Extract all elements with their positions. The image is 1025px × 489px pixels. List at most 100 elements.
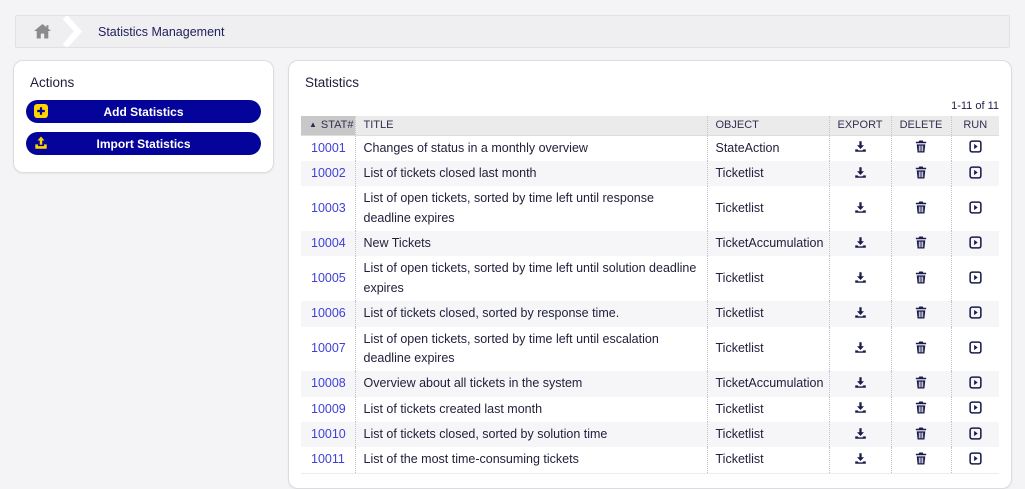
stat-run-cell: [951, 327, 999, 372]
delete-button[interactable]: [915, 401, 927, 417]
stat-number-cell: 10010: [301, 422, 355, 447]
stat-delete-cell: [891, 397, 951, 422]
download-icon: [854, 166, 867, 182]
stat-title-cell: List of tickets created last month: [355, 397, 707, 422]
play-icon: [969, 236, 982, 252]
play-icon-button[interactable]: [969, 376, 982, 392]
play-icon-button[interactable]: [969, 140, 982, 156]
export-button[interactable]: [854, 452, 867, 468]
delete-button[interactable]: [915, 201, 927, 217]
column-header-export: EXPORT: [829, 116, 891, 135]
statistics-title: Statistics: [301, 73, 999, 90]
stat-object-cell: Ticketlist: [707, 186, 829, 231]
stat-number-link[interactable]: 10004: [311, 236, 346, 250]
export-button[interactable]: [854, 401, 867, 417]
breadcrumb-title: Statistics Management: [98, 25, 224, 39]
play-icon-button[interactable]: [969, 306, 982, 322]
statistics-panel: Statistics 1-11 of 11 ▲STAT# TITLE OBJEC…: [288, 60, 1012, 489]
stat-number-cell: 10006: [301, 301, 355, 326]
play-icon: [969, 376, 982, 392]
delete-button[interactable]: [915, 376, 927, 392]
home-button[interactable]: [16, 16, 68, 47]
stat-number-link[interactable]: 10007: [311, 341, 346, 355]
chevron-right-icon: [62, 16, 84, 47]
stat-title-cell: List of open tickets, sorted by time lef…: [355, 327, 707, 372]
delete-button[interactable]: [915, 427, 927, 443]
trash-icon: [915, 341, 927, 357]
export-button[interactable]: [854, 427, 867, 443]
trash-icon: [915, 306, 927, 322]
stat-number-link[interactable]: 10002: [311, 166, 346, 180]
stat-delete-cell: [891, 161, 951, 186]
stat-number-cell: 10003: [301, 186, 355, 231]
stat-number-link[interactable]: 10008: [311, 376, 346, 390]
import-statistics-button[interactable]: Import Statistics: [26, 132, 261, 155]
download-icon: [854, 271, 867, 287]
delete-button[interactable]: [915, 341, 927, 357]
stat-export-cell: [829, 447, 891, 473]
download-icon: [854, 140, 867, 156]
export-button[interactable]: [854, 341, 867, 357]
play-icon-button[interactable]: [969, 427, 982, 443]
add-statistics-button[interactable]: Add Statistics: [26, 100, 261, 123]
stat-number-link[interactable]: 10006: [311, 306, 346, 320]
home-icon: [34, 24, 51, 39]
stat-number-cell: 10007: [301, 327, 355, 372]
statistic-row: 10001 Changes of status in a monthly ove…: [301, 135, 999, 161]
export-button[interactable]: [854, 236, 867, 252]
stat-run-cell: [951, 161, 999, 186]
delete-button[interactable]: [915, 236, 927, 252]
stat-title-cell: List of tickets closed last month: [355, 161, 707, 186]
export-button[interactable]: [854, 376, 867, 392]
play-icon-button[interactable]: [969, 166, 982, 182]
stat-number-link[interactable]: 10011: [311, 452, 345, 466]
play-icon-button[interactable]: [969, 201, 982, 217]
actions-panel: Actions Add Statistics Import Statistics: [13, 60, 274, 173]
trash-icon: [915, 427, 927, 443]
export-button[interactable]: [854, 306, 867, 322]
trash-icon: [915, 452, 927, 468]
export-button[interactable]: [854, 271, 867, 287]
column-header-object[interactable]: OBJECT: [707, 116, 829, 135]
play-icon-button[interactable]: [969, 236, 982, 252]
stat-number-link[interactable]: 10010: [311, 427, 346, 441]
stat-object-cell: StateAction: [707, 135, 829, 161]
stat-number-link[interactable]: 10001: [311, 141, 346, 155]
play-icon-button[interactable]: [969, 401, 982, 417]
download-icon: [854, 236, 867, 252]
stat-number-cell: 10011: [301, 447, 355, 473]
export-button[interactable]: [854, 140, 867, 156]
trash-icon: [915, 376, 927, 392]
delete-button[interactable]: [915, 452, 927, 468]
stat-number-link[interactable]: 10005: [311, 271, 346, 285]
export-button[interactable]: [854, 201, 867, 217]
statistic-row: 10007 List of open tickets, sorted by ti…: [301, 327, 999, 372]
delete-button[interactable]: [915, 166, 927, 182]
play-icon-button[interactable]: [969, 341, 982, 357]
stat-object-cell: Ticketlist: [707, 161, 829, 186]
export-button[interactable]: [854, 166, 867, 182]
delete-button[interactable]: [915, 140, 927, 156]
play-icon-button[interactable]: [969, 271, 982, 287]
statistic-row: 10006 List of tickets closed, sorted by …: [301, 301, 999, 326]
stat-number-link[interactable]: 10009: [311, 402, 346, 416]
stat-export-cell: [829, 301, 891, 326]
delete-button[interactable]: [915, 306, 927, 322]
play-icon: [969, 427, 982, 443]
column-header-stat[interactable]: ▲STAT#: [301, 116, 355, 135]
play-icon: [969, 271, 982, 287]
stat-title-cell: List of open tickets, sorted by time lef…: [355, 256, 707, 301]
import-statistics-label: Import Statistics: [26, 137, 261, 151]
play-icon: [969, 452, 982, 468]
stat-run-cell: [951, 186, 999, 231]
stat-delete-cell: [891, 422, 951, 447]
statistic-row: 10010 List of tickets closed, sorted by …: [301, 422, 999, 447]
play-icon-button[interactable]: [969, 452, 982, 468]
upload-icon: [34, 136, 48, 150]
column-header-title[interactable]: TITLE: [355, 116, 707, 135]
stat-run-cell: [951, 447, 999, 473]
stat-object-cell: Ticketlist: [707, 397, 829, 422]
delete-button[interactable]: [915, 271, 927, 287]
column-header-run: RUN: [951, 116, 999, 135]
stat-number-link[interactable]: 10003: [311, 201, 346, 215]
